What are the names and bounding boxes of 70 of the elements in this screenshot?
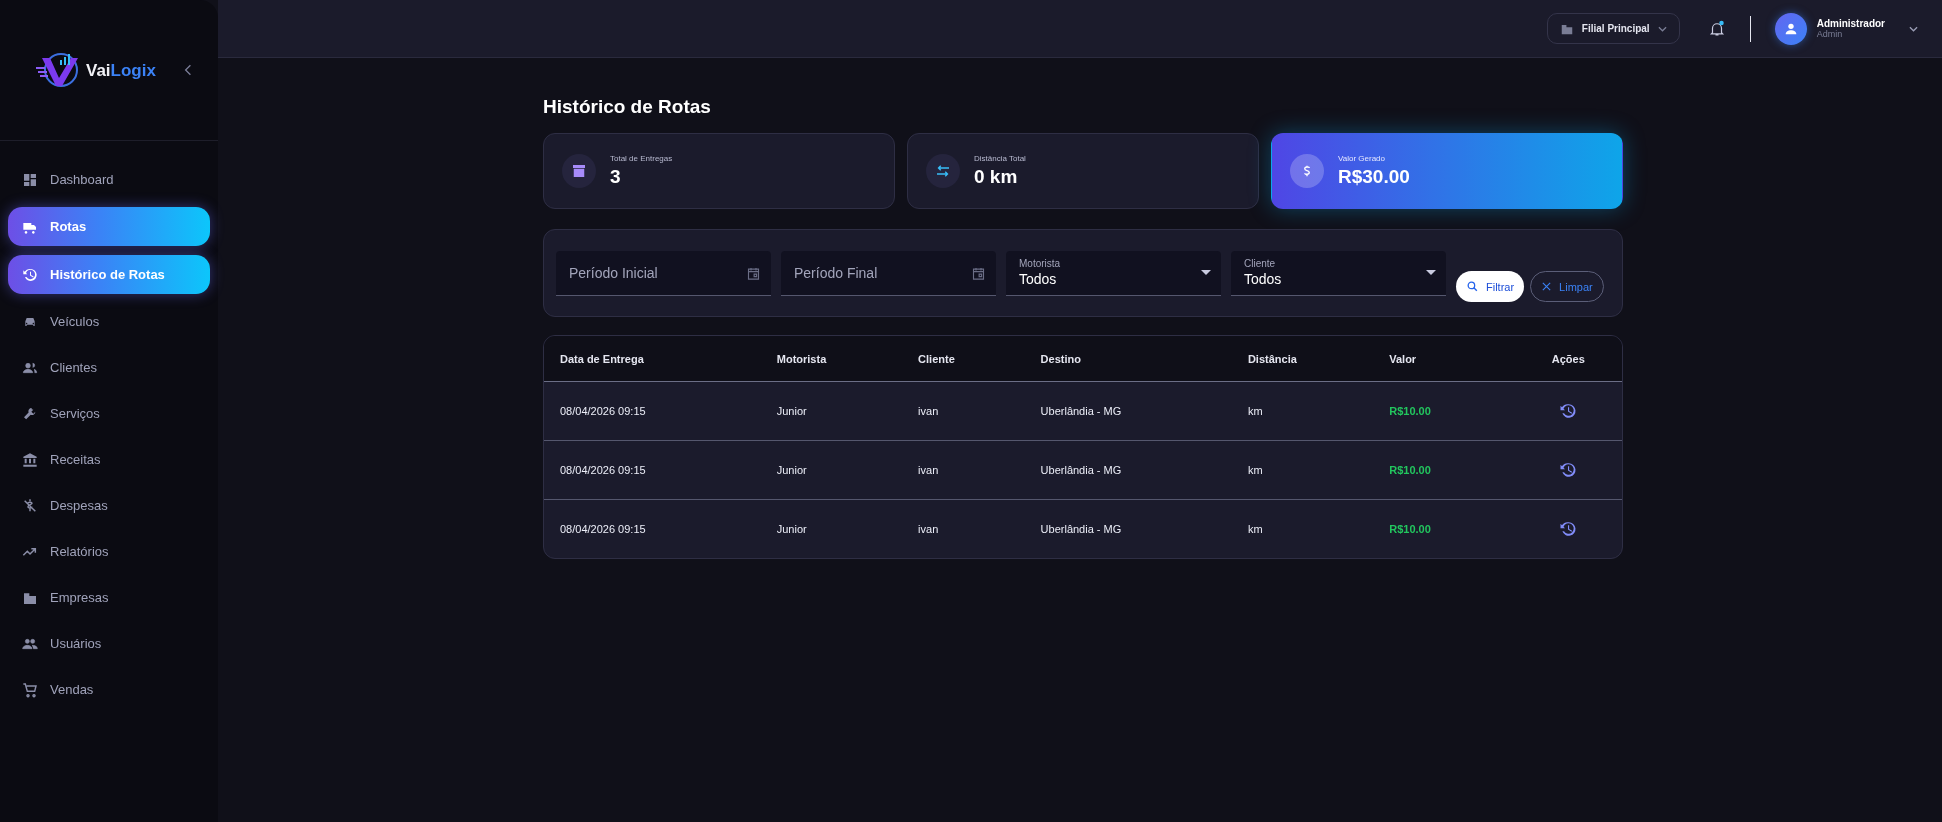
table-cell: 08/04/2026 09:15 — [560, 523, 646, 535]
table-cell: km — [1247, 405, 1263, 417]
column-header: Data de Entrega — [560, 352, 645, 365]
restore-icon[interactable] — [1559, 402, 1578, 420]
nav-item[interactable]: Serviços — [8, 395, 210, 432]
nav-item[interactable]: Receitas — [8, 441, 210, 478]
select-field[interactable]: Motorista Todos — [1006, 250, 1221, 296]
nav-item[interactable]: Dashboard — [8, 161, 210, 198]
dropdown-icon — [1201, 270, 1211, 275]
table-cell: Junior — [776, 464, 807, 476]
branch-selector[interactable]: Filial Principal — [1546, 13, 1680, 44]
table-cell: Uberlândia - MG — [1040, 464, 1122, 476]
stat-value: 0 km — [974, 166, 1019, 188]
nav-item[interactable]: Clientes — [8, 349, 210, 386]
restore-icon[interactable] — [1559, 520, 1578, 538]
dropdown-icon — [1426, 270, 1436, 275]
notifications-button[interactable] — [1707, 18, 1726, 39]
date-field[interactable]: Período Final — [781, 250, 996, 296]
table-cell: Uberlândia - MG — [1040, 523, 1122, 535]
nav-item[interactable]: Vendas — [8, 671, 210, 708]
table-cell: Junior — [776, 405, 807, 417]
column-header: Destino — [1040, 352, 1082, 365]
table-cell: km — [1247, 464, 1263, 476]
column-header: Ações — [1550, 352, 1586, 365]
table-cell: 08/04/2026 09:15 — [560, 464, 646, 476]
table-cell: ivan — [918, 405, 939, 417]
stat-value: 3 — [610, 166, 622, 188]
nav-item[interactable]: Relatórios — [8, 533, 210, 570]
dollar-icon — [1290, 154, 1324, 188]
archive-icon — [562, 154, 596, 188]
nav-item[interactable]: Empresas — [8, 579, 210, 616]
date-field[interactable]: Período Inicial — [556, 250, 771, 296]
stat-label: Total de Entregas — [610, 154, 673, 163]
column-header: Motorista — [776, 352, 828, 365]
table-cell: km — [1247, 523, 1263, 535]
bell-icon — [1707, 18, 1726, 39]
stat-value: R$30.00 — [1338, 166, 1410, 188]
nav-item[interactable]: Rotas — [8, 207, 210, 246]
arrows-icon — [926, 154, 960, 188]
table-cell: 08/04/2026 09:15 — [560, 405, 646, 417]
calendar-icon — [971, 265, 986, 281]
chevron-down-icon[interactable] — [1909, 25, 1918, 32]
table-cell: R$10.00 — [1389, 523, 1431, 535]
user-role: Admin — [1816, 29, 1844, 39]
table-cell: ivan — [918, 464, 939, 476]
table-cell: ivan — [918, 523, 939, 535]
column-header: Valor — [1389, 352, 1418, 365]
filter-button[interactable]: Filtrar — [1456, 271, 1525, 302]
search-icon — [1466, 280, 1479, 293]
column-header: Distância — [1247, 352, 1298, 365]
collapse-icon[interactable] — [184, 64, 192, 76]
close-icon — [1541, 281, 1553, 292]
user-name: Administrador — [1816, 18, 1885, 29]
nav-item[interactable]: Usuários — [8, 625, 210, 662]
restore-icon[interactable] — [1559, 461, 1578, 479]
page-title: Histórico de Rotas — [543, 96, 712, 118]
calendar-icon — [746, 265, 761, 281]
brand-name: VaiLogix — [86, 61, 156, 79]
stat-label: Valor Gerado — [1338, 154, 1386, 163]
nav-item[interactable]: Veículos — [8, 303, 210, 340]
table-cell: R$10.00 — [1389, 464, 1431, 476]
select-field[interactable]: Cliente Todos — [1231, 250, 1446, 296]
avatar[interactable] — [1774, 12, 1807, 45]
table-cell: R$10.00 — [1389, 405, 1431, 417]
table-cell: Junior — [776, 523, 807, 535]
table-cell: Uberlândia - MG — [1040, 405, 1122, 417]
nav-item[interactable]: Despesas — [8, 487, 210, 524]
stat-label: Distância Total — [974, 154, 1026, 163]
chevron-down-icon — [1657, 25, 1667, 32]
column-header: Cliente — [918, 352, 956, 365]
